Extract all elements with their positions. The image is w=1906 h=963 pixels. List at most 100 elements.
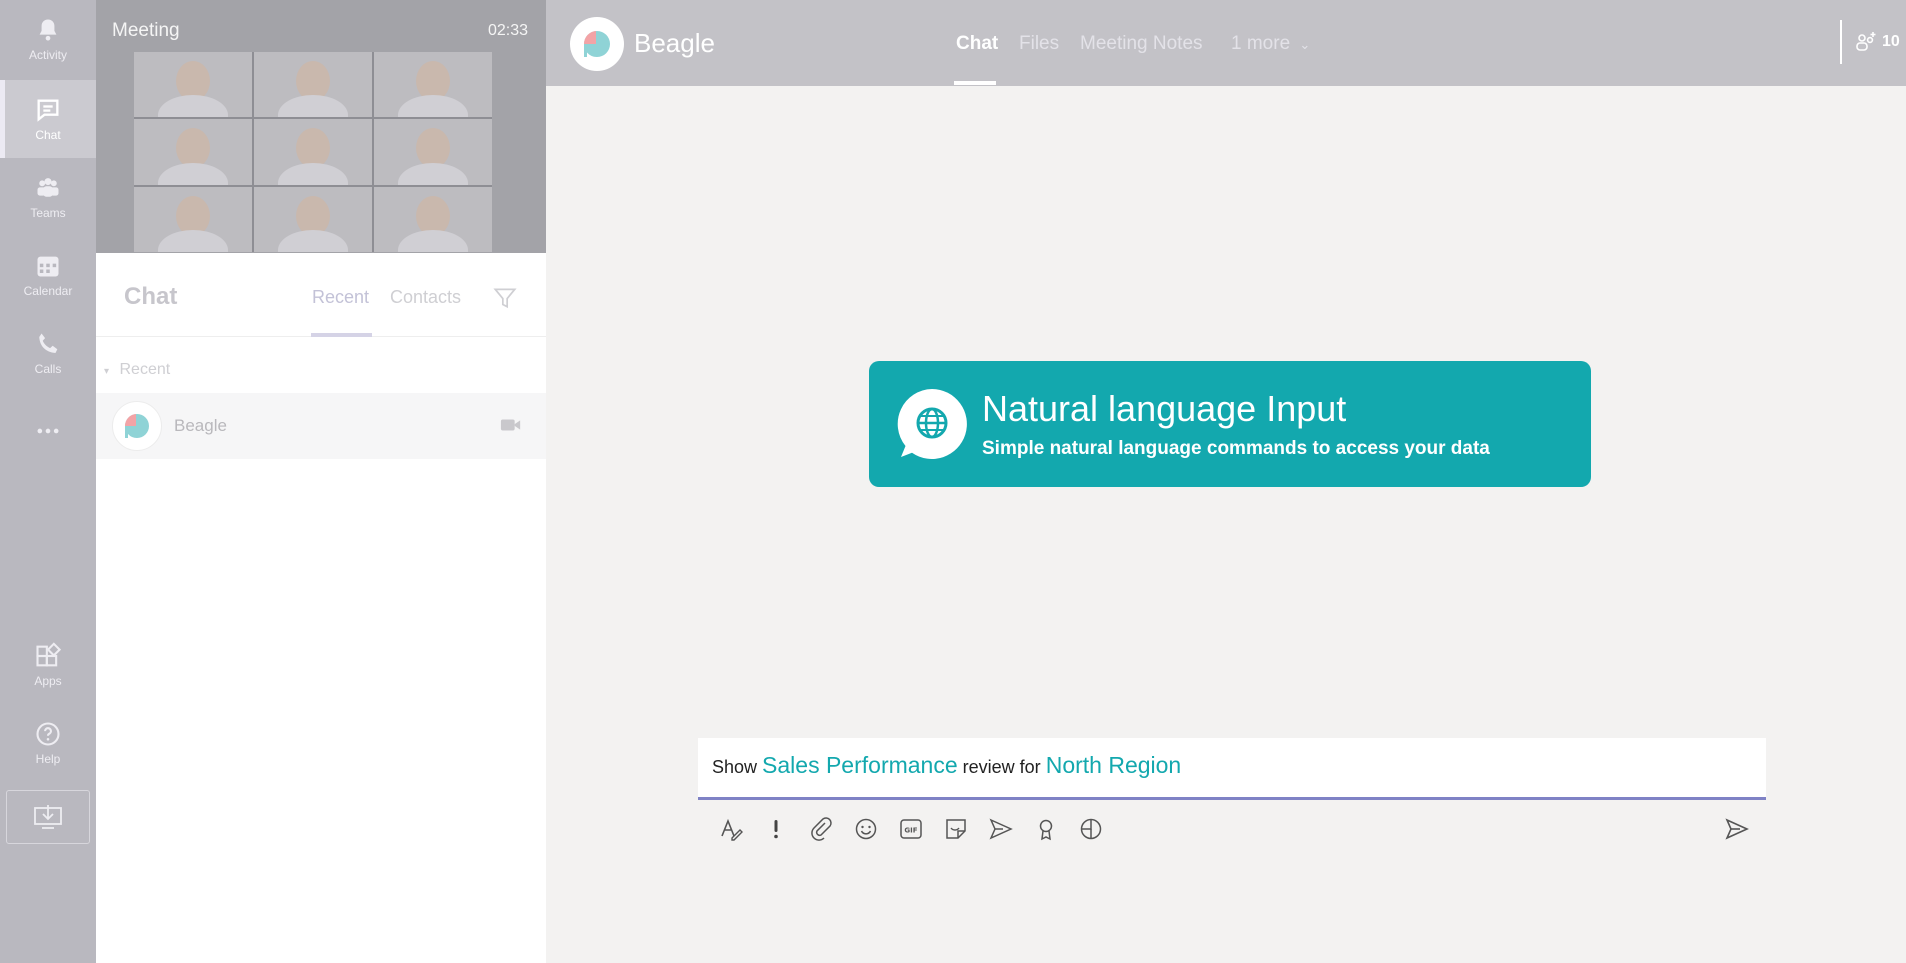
- help-icon: [36, 722, 60, 746]
- rail-item-help[interactable]: Help: [0, 704, 96, 782]
- tab-chat[interactable]: Chat: [956, 33, 998, 55]
- people-add-icon: [1856, 32, 1876, 51]
- app-rail: Activity Chat Teams Calendar Calls Apps …: [0, 0, 96, 963]
- tab-meeting-notes[interactable]: Meeting Notes: [1080, 33, 1203, 55]
- beagle-logo-icon: [124, 414, 149, 439]
- attach-button[interactable]: [806, 814, 836, 844]
- video-tile: [374, 119, 492, 185]
- video-tile: [254, 186, 372, 252]
- emoji-button[interactable]: [851, 814, 881, 844]
- rail-label-calendar: Calendar: [23, 284, 73, 298]
- important-button[interactable]: [761, 814, 791, 844]
- rail-label-help: Help: [35, 752, 61, 766]
- recent-section-label: Recent: [119, 361, 171, 378]
- rail-item-apps[interactable]: Apps: [0, 626, 96, 704]
- apps-icon: [36, 642, 62, 667]
- chat-list-title: Chat: [124, 283, 178, 310]
- message-input[interactable]: Show Sales Performance review for North …: [698, 738, 1766, 800]
- rail-label-activity: Activity: [28, 48, 67, 62]
- message-word: review for: [962, 757, 1041, 777]
- meeting-timer: 02:33: [487, 22, 528, 39]
- feature-title: Natural language Input: [982, 388, 1347, 429]
- message-keyword: Sales Performance: [762, 752, 958, 778]
- format-button[interactable]: [716, 814, 746, 844]
- rail-item-calls[interactable]: Calls: [0, 314, 96, 392]
- video-tile: [134, 186, 252, 252]
- calendar-icon: [37, 256, 59, 277]
- chat-list-pane: Chat Recent Contacts ▾ Recent Beagle: [96, 253, 546, 963]
- video-tile: [374, 52, 492, 118]
- rail-item-activity[interactable]: Activity: [0, 0, 96, 78]
- send-button[interactable]: [1722, 814, 1752, 844]
- rail-item-more[interactable]: [0, 392, 96, 470]
- meeting-title: Meeting: [112, 20, 180, 41]
- more-icon: [37, 428, 59, 434]
- message-keyword: North Region: [1045, 752, 1182, 778]
- sticker-button[interactable]: [941, 814, 971, 844]
- sticker-icon: [946, 819, 966, 839]
- rail-label-teams: Teams: [30, 206, 66, 220]
- rail-label-apps: Apps: [34, 674, 62, 688]
- globe-chat-icon: [897, 389, 967, 459]
- video-tile: [134, 119, 252, 185]
- message-word: Show: [712, 757, 758, 777]
- teams-icon: [37, 178, 59, 197]
- tab-active-indicator: [311, 333, 372, 337]
- video-tile: [254, 119, 372, 185]
- app-title: Beagle: [634, 28, 715, 58]
- tab-active-indicator: [954, 81, 996, 85]
- beagle-app-button[interactable]: [1076, 814, 1106, 844]
- participants-count: 10: [1882, 33, 1900, 50]
- rail-label-calls: Calls: [34, 362, 62, 376]
- message-input-text: Show Sales Performance review for North …: [712, 752, 1181, 779]
- chat-list-header: Chat Recent Contacts: [96, 253, 546, 337]
- phone-icon: [39, 333, 58, 353]
- app-avatar: [570, 17, 624, 71]
- gif-icon: GIF: [900, 819, 922, 839]
- svg-text:GIF: GIF: [904, 827, 917, 835]
- chat-list-item-name: Beagle: [174, 416, 227, 435]
- video-tile: [134, 52, 252, 118]
- video-grid: [134, 52, 492, 252]
- rail-label-chat: Chat: [35, 128, 61, 142]
- feature-card: Natural language Input Simple natural la…: [869, 361, 1591, 487]
- send-icon: [1725, 818, 1749, 840]
- emoji-icon: [855, 818, 877, 840]
- badge-icon: [1039, 819, 1053, 841]
- format-icon: [721, 818, 743, 841]
- tab-recent[interactable]: Recent: [312, 287, 369, 308]
- download-icon: [34, 805, 62, 829]
- rail-item-teams[interactable]: Teams: [0, 158, 96, 236]
- chevron-down-icon: ⌄: [1299, 37, 1311, 52]
- meeting-preview[interactable]: Meeting 02:33: [96, 0, 546, 253]
- paperclip-icon: [811, 817, 832, 841]
- tab-contacts[interactable]: Contacts: [390, 287, 461, 308]
- chevron-down-icon: ▾: [104, 366, 110, 377]
- meet-now-button[interactable]: [986, 814, 1016, 844]
- chat-list-item[interactable]: Beagle: [96, 393, 546, 459]
- app-header: Beagle Chat Files Meeting Notes 1 more ⌄…: [546, 0, 1906, 86]
- feature-subtitle: Simple natural language commands to acce…: [982, 438, 1490, 459]
- app-logo-icon: [1080, 818, 1102, 840]
- avatar: [112, 401, 162, 451]
- header-divider: [1840, 20, 1842, 64]
- chat-main: Natural language Input Simple natural la…: [546, 86, 1906, 963]
- video-tile: [374, 186, 492, 252]
- rail-item-calendar[interactable]: Calendar: [0, 236, 96, 314]
- bell-icon: [39, 19, 57, 41]
- send-outline-icon: [989, 818, 1013, 840]
- tab-files[interactable]: Files: [1019, 33, 1059, 55]
- tab-more[interactable]: 1 more ⌄: [1231, 33, 1310, 55]
- video-tile: [254, 52, 372, 118]
- video-camera-icon: [500, 419, 521, 431]
- participants-button[interactable]: 10: [1854, 30, 1900, 54]
- exclamation-icon: [774, 820, 778, 839]
- filter-icon[interactable]: [492, 285, 518, 311]
- rail-item-chat[interactable]: Chat: [0, 80, 96, 158]
- download-button[interactable]: [6, 790, 90, 844]
- recent-section-header[interactable]: ▾ Recent: [104, 361, 170, 379]
- gif-button[interactable]: GIF: [896, 814, 926, 844]
- tab-more-label: 1 more: [1231, 33, 1291, 54]
- praise-button[interactable]: [1031, 814, 1061, 844]
- chat-icon: [37, 99, 59, 122]
